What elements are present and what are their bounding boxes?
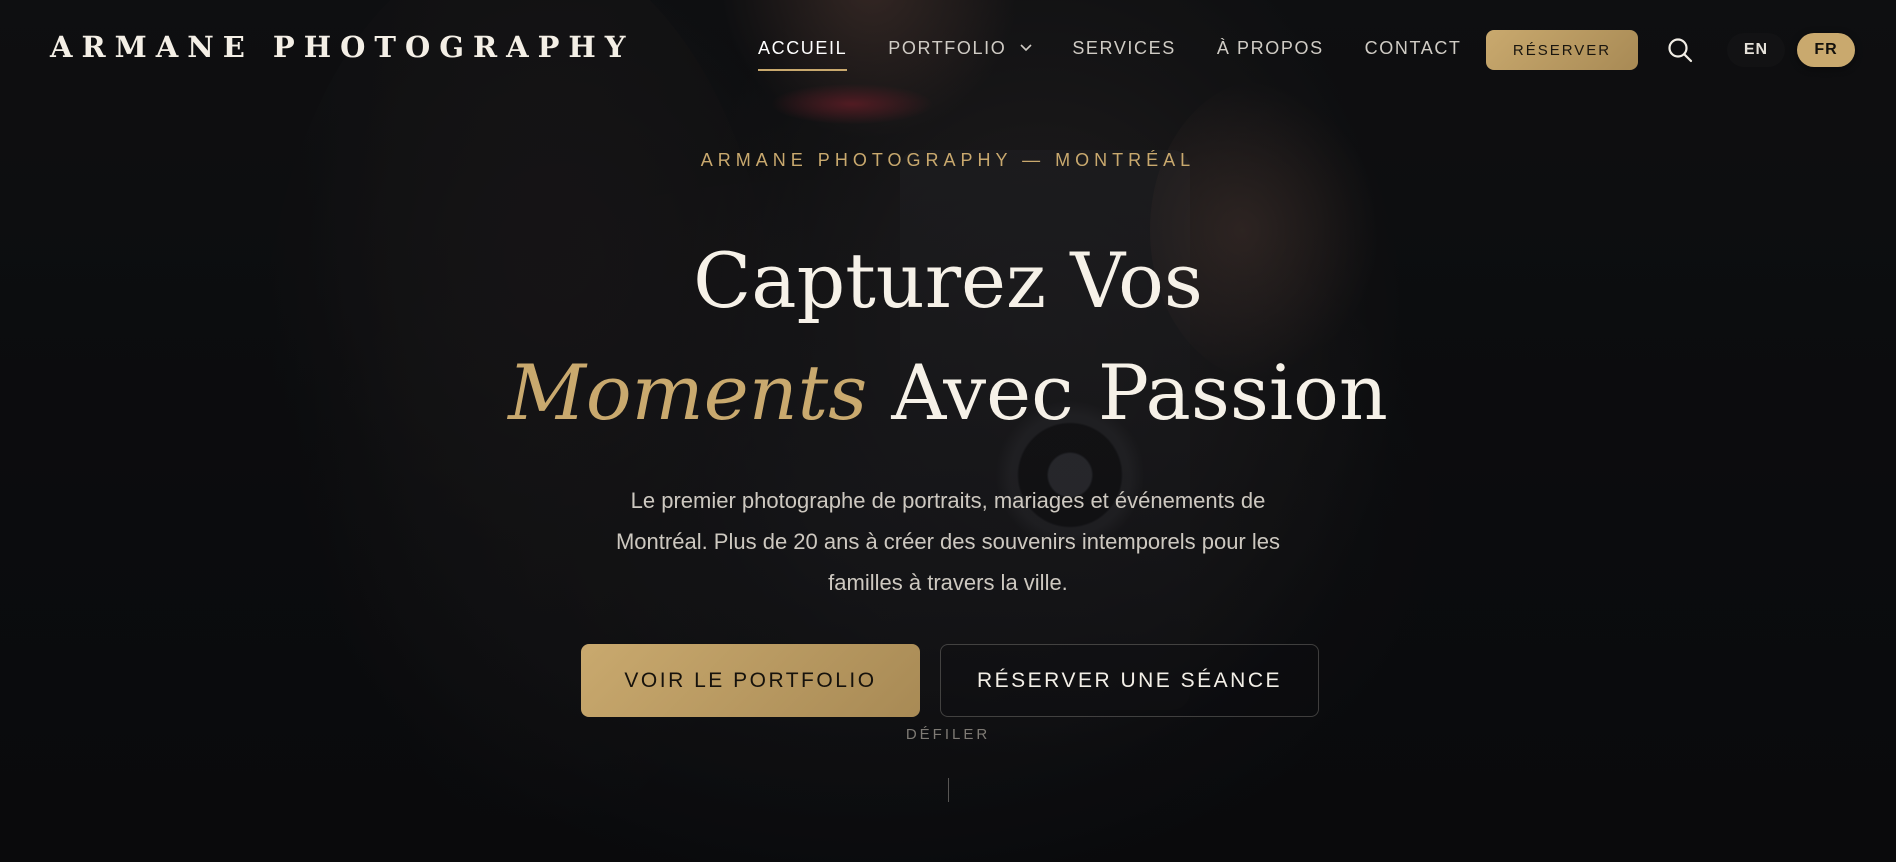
nav-item-services[interactable]: SERVICES xyxy=(1072,38,1176,59)
hero-headline: Capturez Vos Moments Avec Passion xyxy=(0,225,1896,449)
nav-item-portfolio-label: PORTFOLIO xyxy=(888,38,1007,58)
top-navigation: ARMANE PHOTOGRAPHY ACCUEIL PORTFOLIO SER… xyxy=(0,0,1896,100)
hero-headline-accent: Moments xyxy=(508,348,868,437)
language-switcher: EN FR xyxy=(1727,33,1855,67)
nav-item-contact[interactable]: CONTACT xyxy=(1365,38,1462,59)
search-icon[interactable] xyxy=(1666,36,1694,64)
scroll-indicator-line xyxy=(948,778,949,802)
scroll-hint[interactable]: DÉFILER xyxy=(0,726,1896,743)
brand-logo[interactable]: ARMANE PHOTOGRAPHY xyxy=(50,30,635,64)
language-fr-button[interactable]: FR xyxy=(1797,33,1855,67)
main-menu: ACCUEIL PORTFOLIO SERVICES À PROPOS CONT… xyxy=(758,38,1462,71)
nav-item-portfolio[interactable]: PORTFOLIO xyxy=(888,38,1032,59)
hero-headline-line2-rest: Avec Passion xyxy=(891,348,1388,437)
hero-eyebrow: ARMANE PHOTOGRAPHY — MONTRÉAL xyxy=(700,150,1196,170)
hero-headline-line1: Capturez Vos xyxy=(693,236,1203,325)
language-en-button[interactable]: EN xyxy=(1727,33,1785,67)
hero-section: ARMANE PHOTOGRAPHY ACCUEIL PORTFOLIO SER… xyxy=(0,0,1896,862)
view-portfolio-button[interactable]: VOIR LE PORTFOLIO xyxy=(581,644,920,717)
nav-item-accueil[interactable]: ACCUEIL xyxy=(758,38,848,71)
book-session-button[interactable]: RÉSERVER UNE SÉANCE xyxy=(940,644,1319,717)
nav-item-a-propos[interactable]: À PROPOS xyxy=(1217,38,1324,59)
chevron-down-icon xyxy=(1020,41,1032,55)
reserve-button[interactable]: RÉSERVER xyxy=(1486,30,1638,70)
hero-headline-line2: Moments Avec Passion xyxy=(0,337,1896,449)
hero-subtitle: Le premier photographe de portraits, mar… xyxy=(615,488,1280,595)
